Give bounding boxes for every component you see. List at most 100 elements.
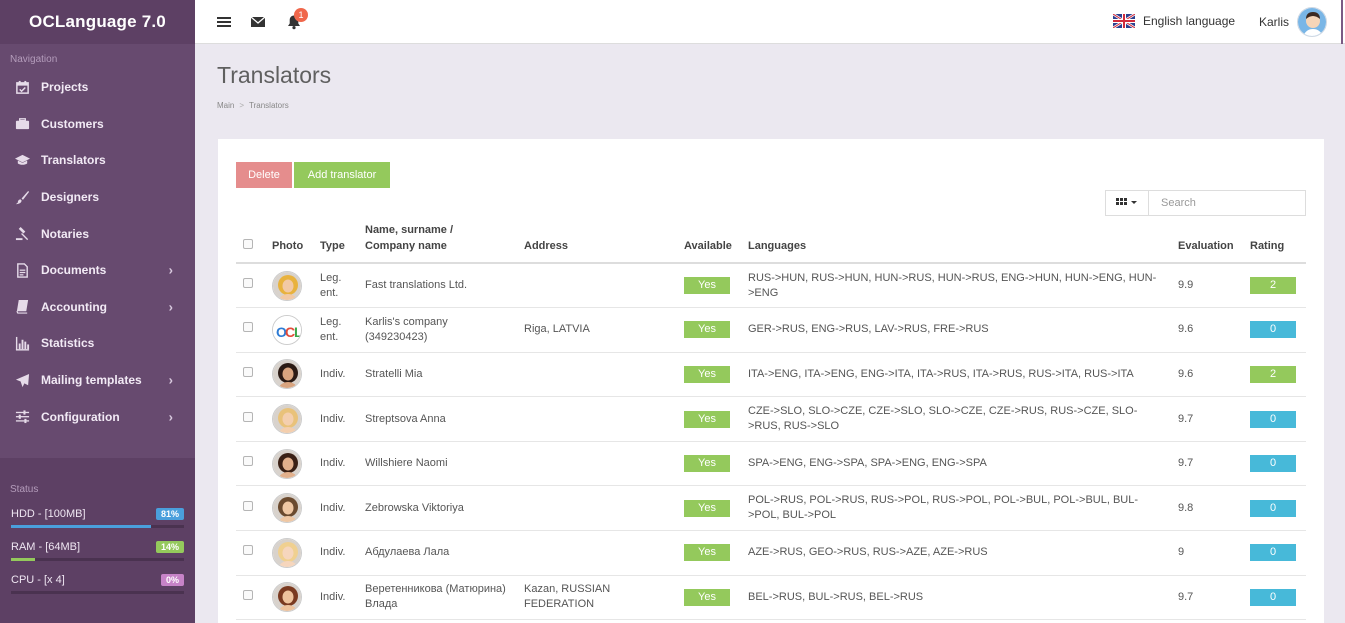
avatar <box>1297 7 1328 37</box>
sidebar-item-configuration[interactable]: Configuration › <box>0 398 195 435</box>
add-translator-button[interactable]: Add translator <box>294 162 390 188</box>
translator-photo[interactable] <box>272 270 302 301</box>
available-cell: Yes <box>678 441 742 487</box>
header-rating[interactable]: Rating <box>1244 221 1306 264</box>
rating-badge: 0 <box>1250 455 1296 473</box>
breadcrumb-main[interactable]: Main <box>217 101 234 110</box>
languages-cell: CZE->SLO, SLO->CZE, CZE->SLO, SLO->CZE, … <box>742 396 1172 442</box>
status-progress-track <box>11 525 184 528</box>
sidebar-item-mailing-templates[interactable]: Mailing templates › <box>0 362 195 399</box>
row-select-cell <box>236 441 266 487</box>
status-progress-fill <box>11 558 36 561</box>
sidebar-item-statistics[interactable]: Statistics <box>0 325 195 362</box>
rating-cell: 2 <box>1244 263 1306 309</box>
sidebar-item-customers[interactable]: Customers <box>0 106 195 143</box>
table-row[interactable]: Indiv. Stratelli Mia Yes ITA->ENG, ITA->ENG… <box>236 352 1306 398</box>
header-photo[interactable]: Photo <box>266 221 314 264</box>
sidebar-item-notaries[interactable]: Notaries <box>0 215 195 252</box>
photo-cell <box>266 441 314 487</box>
languages-cell: AZE->RUS, GEO->RUS, RUS->AZE, AZE->RUS <box>742 530 1172 576</box>
table-row[interactable]: Indiv. Streptsova Anna Yes CZE->SLO, SLO->C… <box>236 396 1306 442</box>
table-row[interactable]: Indiv. Zebrowska Viktoriya Yes POL->RUS, PO… <box>236 485 1306 532</box>
sidebar-item-label: Projects <box>41 80 89 95</box>
status-percent-badge: 14% <box>155 541 184 553</box>
paper-plane-icon <box>14 372 30 388</box>
bell-icon[interactable]: 1 <box>285 8 308 31</box>
available-badge: Yes <box>684 410 730 428</box>
user-menu[interactable]: Karlis <box>1259 7 1328 37</box>
translator-photo[interactable] <box>272 537 302 568</box>
header-evaluation[interactable]: Evaluation <box>1172 221 1244 264</box>
row-checkbox[interactable] <box>243 322 253 333</box>
sidebar-item-label: Notaries <box>41 226 90 241</box>
translator-photo[interactable] <box>272 493 302 524</box>
file-text-icon <box>14 262 30 278</box>
translator-photo[interactable] <box>272 448 302 479</box>
table-row[interactable]: O C L Leg. ent. Karlis's company (349230423)… <box>236 307 1306 353</box>
header-languages[interactable]: Languages <box>742 221 1172 264</box>
address-cell <box>518 396 678 442</box>
sidebar-item-designers[interactable]: Designers <box>0 179 195 216</box>
translator-photo[interactable] <box>272 582 302 613</box>
header-name-line2: Company name <box>365 240 447 252</box>
user-name: Karlis <box>1259 15 1290 29</box>
name-cell[interactable]: Stratelli Mia <box>359 352 518 398</box>
row-select-cell <box>236 530 266 576</box>
type-cell: Indiv. <box>314 530 359 576</box>
header-name[interactable]: Name, surname / Company name <box>359 221 518 264</box>
name-cell[interactable]: Karlis's company (349230423) <box>359 307 518 353</box>
row-checkbox[interactable] <box>243 500 253 511</box>
header-type[interactable]: Type <box>314 221 359 264</box>
row-checkbox[interactable] <box>243 589 253 600</box>
available-badge: Yes <box>684 544 730 562</box>
table-row[interactable]: Indiv. Веретенникова (Матюрина) Влада Kaza… <box>236 575 1306 621</box>
row-checkbox[interactable] <box>243 278 253 289</box>
bar-chart-icon <box>14 335 30 351</box>
translator-photo[interactable] <box>272 359 302 390</box>
table-row[interactable]: Leg. ent. Fast translations Ltd. Yes RUS->H… <box>236 263 1306 309</box>
sidebar-item-projects[interactable]: Projects <box>0 69 195 106</box>
address-cell <box>518 485 678 532</box>
sidebar-item-translators[interactable]: Translators <box>0 142 195 179</box>
name-cell[interactable]: Streptsova Anna <box>359 396 518 442</box>
row-checkbox[interactable] <box>243 545 253 556</box>
columns-toggle-button[interactable] <box>1105 190 1149 216</box>
menu-toggle-icon[interactable] <box>215 13 233 31</box>
evaluation-cell: 9.7 <box>1172 575 1244 621</box>
translator-photo[interactable] <box>272 404 302 435</box>
table-row[interactable]: Indiv. Willshiere Naomi Yes SPA->ENG, ENG->… <box>236 441 1306 487</box>
available-cell: Yes <box>678 485 742 532</box>
row-checkbox[interactable] <box>243 366 253 377</box>
status-label: RAM - [64MB] <box>11 541 81 553</box>
row-select-cell <box>236 485 266 532</box>
envelope-icon[interactable] <box>249 13 267 31</box>
evaluation-cell: 9.8 <box>1172 485 1244 532</box>
available-cell: Yes <box>678 263 742 309</box>
sidebar-item-documents[interactable]: Documents › <box>0 252 195 289</box>
languages-cell: SPA->ENG, ENG->SPA, SPA->ENG, ENG->SPA <box>742 441 1172 487</box>
header-address[interactable]: Address <box>518 221 678 264</box>
name-cell[interactable]: Веретенникова (Матюрина) Влада <box>359 575 518 621</box>
chevron-right-icon: › <box>168 372 173 388</box>
translator-photo[interactable]: OCL <box>272 314 302 345</box>
status-heading: Status <box>10 484 39 495</box>
language-selector[interactable]: English language <box>1113 14 1235 28</box>
search-input[interactable] <box>1148 190 1306 216</box>
select-all-checkbox[interactable] <box>243 239 253 249</box>
row-checkbox[interactable] <box>243 456 253 467</box>
delete-button[interactable]: Delete <box>236 162 292 188</box>
translators-panel: Delete Add translator Photo Type Name, s… <box>218 139 1324 623</box>
photo-cell <box>266 352 314 398</box>
table-row[interactable]: Indiv. Абдулаева Лала Yes AZE->RUS, GEO->RU… <box>236 530 1306 576</box>
name-cell[interactable]: Zebrowska Viktoriya <box>359 485 518 532</box>
sidebar-item-accounting[interactable]: Accounting › <box>0 289 195 326</box>
sidebar-item-label: Customers <box>41 116 104 131</box>
table-body: Leg. ent. Fast translations Ltd. Yes RUS->H… <box>236 263 1306 621</box>
row-checkbox[interactable] <box>243 411 253 422</box>
name-cell[interactable]: Абдулаева Лала <box>359 530 518 576</box>
status-panel: Status HDD - [100MB] 81% RAM - [64MB] 14% CP… <box>0 458 195 623</box>
name-cell[interactable]: Willshiere Naomi <box>359 441 518 487</box>
header-available[interactable]: Available <box>678 221 742 264</box>
app-brand[interactable]: OCLanguage 7.0 <box>0 0 195 44</box>
name-cell[interactable]: Fast translations Ltd. <box>359 263 518 309</box>
